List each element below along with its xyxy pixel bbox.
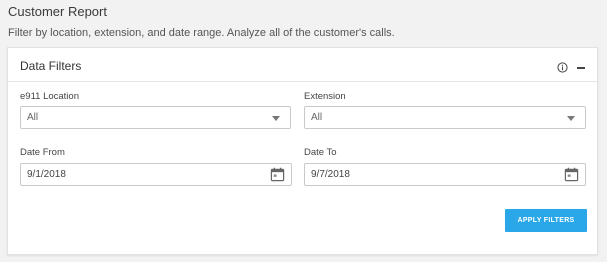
chevron-down-icon — [272, 116, 280, 121]
location-value: All — [27, 112, 39, 123]
extension-value: All — [311, 112, 323, 123]
page-subtitle: Filter by location, extension, and date … — [8, 27, 395, 39]
calendar-icon[interactable] — [270, 167, 285, 182]
calendar-icon[interactable] — [564, 167, 579, 182]
page-title: Customer Report — [8, 4, 107, 19]
location-select[interactable]: All — [20, 106, 291, 129]
data-filters-card: Data Filters e911 Location All Extension… — [7, 47, 598, 255]
apply-filters-button[interactable]: APPLY FILTERS — [505, 209, 587, 232]
extension-label: Extension — [304, 91, 346, 102]
chevron-down-icon — [567, 116, 575, 121]
card-title: Data Filters — [20, 59, 82, 73]
card-header: Data Filters — [8, 48, 597, 82]
collapse-icon[interactable] — [577, 67, 585, 69]
date-from-value: 9/1/2018 — [27, 169, 66, 180]
info-icon[interactable] — [557, 62, 568, 73]
date-to-value: 9/7/2018 — [311, 169, 350, 180]
date-from-label: Date From — [20, 147, 65, 158]
date-to-field[interactable]: 9/7/2018 — [304, 163, 586, 186]
date-to-label: Date To — [304, 147, 337, 158]
extension-select[interactable]: All — [304, 106, 586, 129]
date-from-field[interactable]: 9/1/2018 — [20, 163, 292, 186]
location-label: e911 Location — [20, 91, 79, 102]
